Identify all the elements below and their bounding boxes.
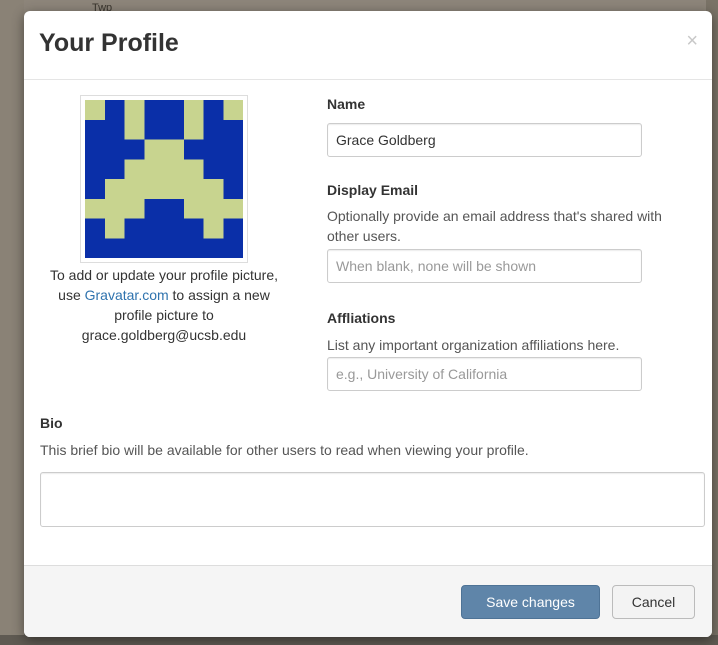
name-input[interactable] [327,123,642,157]
affiliations-label: Affliations [327,310,396,326]
map-strip-left [0,0,24,645]
close-icon[interactable]: × [686,31,698,51]
display-email-input[interactable] [327,249,642,283]
modal-header: Your Profile × [24,11,712,80]
affiliations-input[interactable] [327,357,642,391]
avatar-caption: To add or update your profile picture, u… [44,265,284,345]
modal-title: Your Profile [39,29,179,57]
avatar-email: grace.goldberg@ucsb.edu [81,327,247,343]
display-email-help: Optionally provide an email address that… [327,208,662,244]
bio-label: Bio [40,415,63,431]
name-label: Name [327,96,366,112]
avatar [80,95,248,263]
modal-footer: Save changes Cancel [24,565,712,637]
profile-modal: Your Profile × To add or update your pro… [24,11,712,637]
bio-textarea[interactable] [40,472,705,527]
cancel-button[interactable]: Cancel [612,585,695,619]
display-email-label: Display Email [327,182,419,198]
gravatar-link[interactable]: Gravatar.com [85,287,169,303]
bio-help: This brief bio will be available for oth… [40,442,529,458]
affiliations-help: List any important organization affiliat… [327,337,620,353]
save-changes-button[interactable]: Save changes [461,585,600,619]
gravatar-identicon-image [85,100,243,258]
